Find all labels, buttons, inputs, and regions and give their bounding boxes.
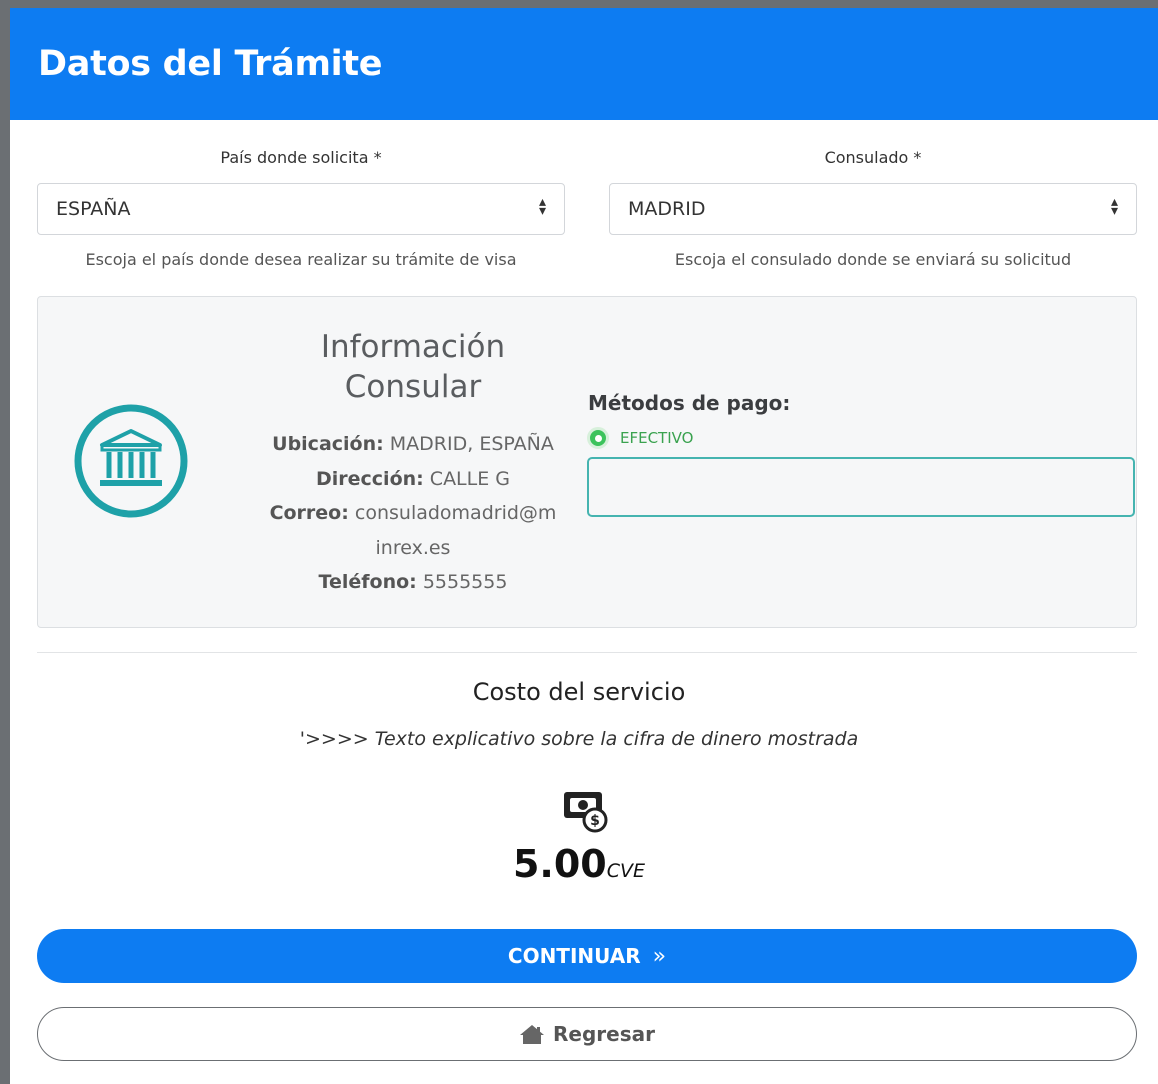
continue-label: CONTINUAR [507,944,641,968]
country-label: País donde solicita * [220,148,382,167]
cost-amount: 5.00CVE [0,842,1158,886]
section-divider [37,652,1137,653]
consulate-select[interactable]: MADRID ▴ ▾ [609,183,1137,235]
country-help-text: Escoja el país donde desea realizar su t… [85,250,517,269]
consulate-help-text: Escoja el consulado donde se enviará su … [674,250,1072,269]
phone-line: Teléfono: 5555555 [318,571,508,593]
consular-info-card: Información Consular Ubicación: MADRID, … [37,296,1137,628]
double-chevron-right-icon: » [652,943,667,969]
select-arrows-icon: ▴ ▾ [538,194,546,219]
back-label: Regresar [553,1022,655,1046]
payment-option-label: EFECTIVO [620,429,694,447]
continue-button[interactable]: CONTINUAR » [37,929,1137,983]
modal-header: Datos del Trámite [10,8,1158,120]
consulate-select-value: MADRID [628,198,706,220]
consular-info-details: Ubicación: MADRID, ESPAÑA Dirección: CAL… [243,427,583,600]
bank-icon [74,404,188,518]
money-icon: $ [564,792,608,833]
radio-selected-icon[interactable] [587,427,609,449]
consulate-label: Consulado * [824,148,922,167]
consular-info-title: Información Consular [320,329,506,405]
payment-option-cash[interactable]: EFECTIVO [587,427,693,449]
cost-amount-value: 5.00 [512,842,607,886]
payment-details-box[interactable] [587,457,1135,517]
email-line: Correo: consuladomadrid@m [269,502,557,524]
back-button[interactable]: Regresar [37,1007,1137,1061]
email-line-continued: inrex.es [375,536,451,559]
select-arrows-icon: ▴ ▾ [1110,194,1118,219]
svg-text:$: $ [590,813,600,829]
payment-methods-title: Métodos de pago: [588,391,791,415]
country-select[interactable]: ESPAÑA ▴ ▾ [37,183,565,235]
cost-title: Costo del servicio [472,678,686,706]
country-select-value: ESPAÑA [56,198,131,220]
cost-currency: CVE [606,860,646,882]
modal-title: Datos del Trámite [38,44,383,84]
home-icon [520,1025,544,1044]
location-line: Ubicación: MADRID, ESPAÑA [272,433,554,455]
address-line: Dirección: CALLE G [315,467,510,490]
cost-note: '>>>> Texto explicativo sobre la cifra d… [299,728,859,750]
